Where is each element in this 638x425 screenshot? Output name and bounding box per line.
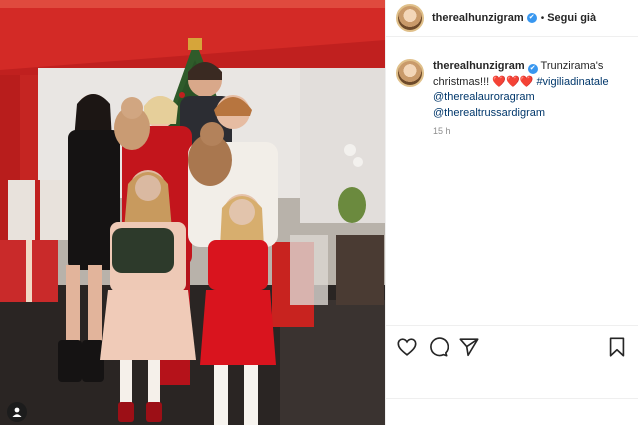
header-separator: • — [540, 12, 545, 24]
christmas-family-photo — [0, 0, 385, 425]
caption-avatar[interactable] — [396, 59, 424, 87]
post-timestamp[interactable]: 15 h — [433, 126, 638, 136]
heart-icon[interactable] — [396, 336, 418, 358]
bookmark-icon[interactable] — [606, 336, 628, 358]
comment-icon[interactable] — [427, 336, 449, 358]
hashtag-link[interactable]: #vigiliadinatale — [536, 76, 608, 88]
avatar[interactable] — [396, 4, 424, 32]
divider — [386, 398, 638, 399]
person-glyph-icon — [12, 407, 22, 417]
post-header: therealhunzigram ✔ • Segui già — [386, 0, 638, 37]
action-bar — [386, 325, 638, 368]
post-photo[interactable] — [0, 0, 385, 425]
user-tag-icon[interactable] — [7, 402, 27, 422]
caption: therealhunzigram ✔ Trunzirama's christmas… — [433, 59, 628, 121]
following-button[interactable]: Segui già — [547, 12, 596, 24]
caption-block: therealhunzigram ✔ Trunzirama's christmas… — [386, 37, 638, 121]
caption-username[interactable]: therealhunzigram — [433, 60, 525, 72]
verified-badge-icon: ✔ — [526, 13, 537, 23]
mention-link[interactable]: @therealauroragram — [433, 91, 535, 103]
caption-verified-badge-icon: ✔ — [527, 64, 538, 74]
paper-plane-icon[interactable] — [458, 336, 480, 358]
mention-link[interactable]: @therealtrussardigram — [433, 107, 545, 119]
header-username[interactable]: therealhunzigram — [432, 12, 524, 24]
instagram-post: therealhunzigram ✔ • Segui già therealhu… — [0, 0, 638, 425]
post-side-panel: therealhunzigram ✔ • Segui già therealhu… — [385, 0, 638, 425]
